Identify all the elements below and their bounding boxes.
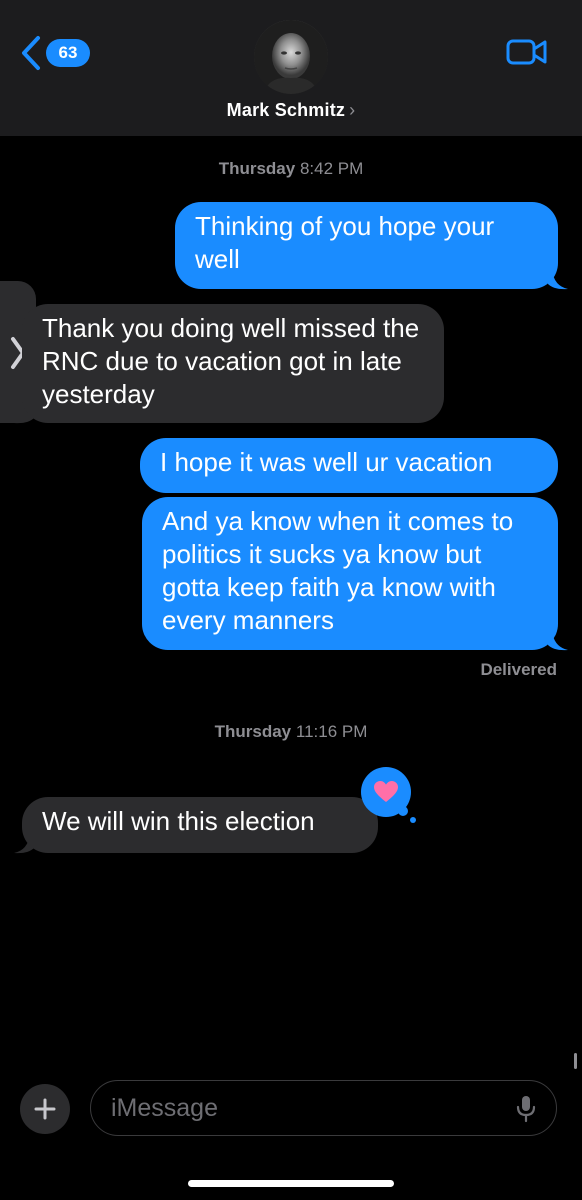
tapback-tail [398,806,408,816]
microphone-icon [516,1096,536,1123]
sent-message-bubble[interactable]: And ya know when it comes to politics it… [142,497,558,650]
bubble-tail [548,270,568,290]
timestamp-time: 8:42 PM [299,159,364,178]
delivery-status: Delivered [480,660,557,679]
timestamp: Thursday 8:42 PM [0,159,582,179]
message-text: Thank you doing well missed the RNC due … [42,313,420,409]
scroll-indicator[interactable] [574,1053,577,1069]
received-message-bubble[interactable]: Thank you doing well missed the RNC due … [22,304,444,423]
message-input-container [90,1080,557,1136]
timestamp-time: 11:16 PM [295,722,368,741]
tapback-tail [410,817,416,823]
plus-icon [34,1098,56,1120]
message-text: I hope it was well ur vacation [160,447,493,477]
chevron-right-icon: › [349,100,356,120]
unread-count-badge: 63 [46,39,90,67]
message-text: We will win this election [42,806,315,836]
dictation-button[interactable] [516,1095,536,1128]
timestamp-day: Thursday [214,722,292,741]
heart-icon [374,781,398,802]
apps-plus-button[interactable] [20,1084,70,1134]
back-button[interactable]: 63 [20,33,90,73]
contact-name: Mark Schmitz [226,100,346,120]
bubble-tail [14,834,34,854]
sent-message-bubble[interactable]: I hope it was well ur vacation [140,438,558,493]
message-text: And ya know when it comes to politics it… [162,506,514,635]
sent-message-bubble[interactable]: Thinking of you hope your well [175,202,558,289]
message-input[interactable] [109,1081,503,1136]
message-text: Thinking of you hope your well [195,211,495,274]
contact-name-button[interactable]: Mark Schmitz › [0,100,582,121]
received-message-bubble[interactable]: We will win this election [22,797,378,853]
home-indicator[interactable] [188,1180,394,1187]
bubble-tail [14,404,34,424]
conversation-header: 63 Mark Schmitz › [0,0,582,136]
video-call-button[interactable] [506,38,548,71]
bubble-tail [548,631,568,651]
timestamp: Thursday 11:16 PM [0,722,582,742]
chevron-left-icon [20,35,42,71]
video-camera-icon [506,39,548,70]
timestamp-day: Thursday [218,159,296,178]
avatar[interactable] [254,20,328,94]
